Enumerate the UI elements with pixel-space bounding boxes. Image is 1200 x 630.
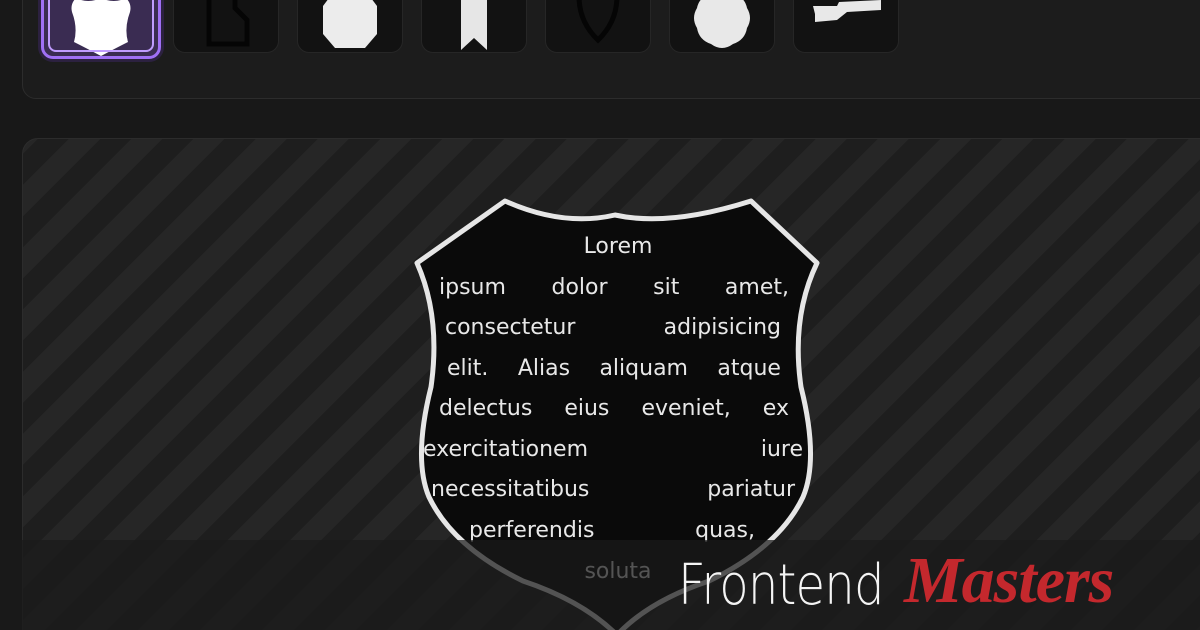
- text-line: exercitationem iure: [423, 430, 803, 471]
- text-word: dolor: [551, 275, 608, 300]
- text-line: Lorem: [563, 227, 673, 268]
- text-word: amet,: [724, 275, 789, 300]
- text-word: atque: [717, 356, 781, 381]
- shape-option-state-outline[interactable]: [793, 0, 899, 53]
- text-line: delectus eius eveniet, ex: [439, 389, 789, 430]
- text-word: Lorem: [583, 234, 653, 259]
- shape-picker-panel: [22, 0, 1200, 99]
- shield-icon: [71, 0, 131, 56]
- shape-option-bookmark[interactable]: [421, 0, 527, 53]
- text-word: delectus: [439, 396, 533, 421]
- octagon-icon: [323, 0, 377, 48]
- text-line: consectetur adipisicing: [445, 308, 781, 349]
- text-word: ex: [762, 396, 789, 421]
- brand-frontend-text: Frontend: [678, 553, 885, 618]
- text-word: sit: [653, 275, 680, 300]
- text-word: ipsum: [439, 275, 506, 300]
- shape-option-folded-corner[interactable]: [173, 0, 279, 53]
- text-line: necessitatibus pariatur: [431, 470, 795, 511]
- text-word: elit.: [447, 356, 489, 381]
- text-word: consectetur: [445, 315, 576, 340]
- text-word: iure: [760, 437, 803, 462]
- brand-logo: Frontend Masters: [678, 542, 1114, 626]
- state-outline-icon: [813, 0, 881, 22]
- seal-icon: [694, 0, 750, 48]
- text-word: aliquam: [599, 356, 688, 381]
- text-word: Alias: [517, 356, 571, 381]
- shape-option-octagon[interactable]: [297, 0, 403, 53]
- shape-option-heart[interactable]: [545, 0, 651, 53]
- folded-corner-icon: [206, 0, 250, 47]
- text-word: pariatur: [707, 477, 795, 502]
- text-line: elit. Alias aliquam atque: [447, 349, 781, 390]
- heart-icon: [576, 0, 620, 44]
- text-word: eius: [564, 396, 610, 421]
- brand-masters-text: Masters: [904, 544, 1114, 617]
- text-word: eveniet,: [641, 396, 731, 421]
- text-line: ipsum dolor sit amet,: [439, 268, 789, 309]
- text-word: exercitationem: [423, 437, 589, 462]
- shape-option-seal[interactable]: [669, 0, 775, 53]
- text-word: necessitatibus: [431, 477, 590, 502]
- bookmark-icon: [461, 0, 487, 50]
- text-word: adipisicing: [663, 315, 781, 340]
- app-root: Lorem ipsum dolor sit amet, consectetur adipis…: [0, 0, 1200, 630]
- shape-option-shield[interactable]: [41, 0, 161, 59]
